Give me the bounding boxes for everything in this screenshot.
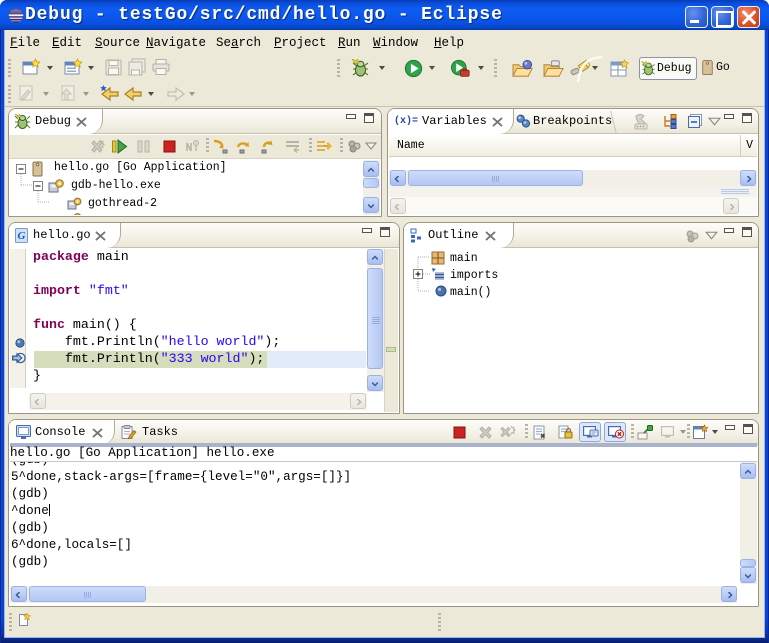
svg-text:G: G bbox=[18, 230, 26, 242]
